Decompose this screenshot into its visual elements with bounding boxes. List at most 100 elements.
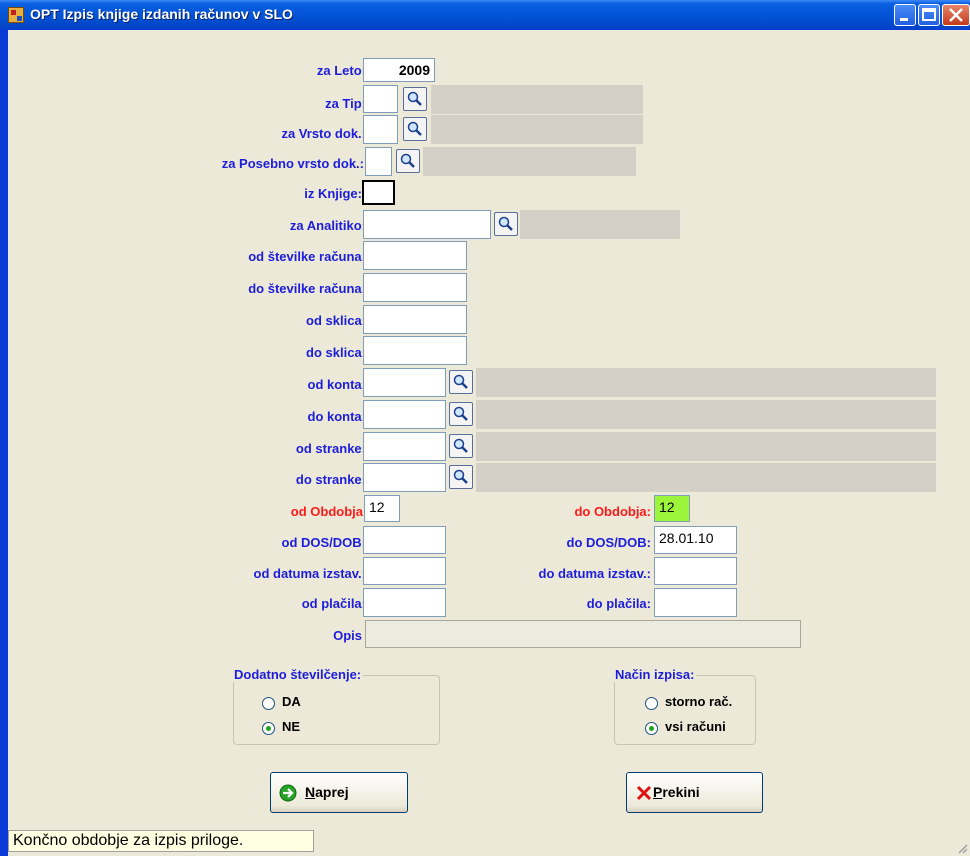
za-posebno-vrsto-dok-field[interactable] bbox=[365, 147, 392, 176]
application-window: OPT Izpis knjige izdanih računov v SLO z… bbox=[0, 0, 970, 856]
magnifier-icon bbox=[453, 438, 468, 453]
magnifier-icon bbox=[407, 91, 422, 106]
opis-field[interactable] bbox=[365, 620, 801, 648]
do-stranke-lookup-button[interactable] bbox=[449, 465, 473, 489]
do-konta-field[interactable] bbox=[363, 400, 446, 429]
minimize-button[interactable] bbox=[894, 4, 916, 26]
label-od-stranke: od stranke: bbox=[295, 441, 366, 456]
do-dos-dob-field[interactable]: 28.01.10 bbox=[654, 526, 737, 554]
label-do-stevilke-racuna: do številke računa: bbox=[248, 281, 366, 296]
status-bar: Končno obdobje za izpis priloge. bbox=[8, 826, 970, 856]
radio-storno-rac-label[interactable]: storno rač. bbox=[665, 694, 732, 709]
od-konta-field[interactable] bbox=[363, 368, 446, 397]
maximize-icon bbox=[922, 8, 936, 21]
label-iz-knjige: iz Knjige: bbox=[304, 186, 362, 201]
close-icon bbox=[949, 8, 963, 22]
label-od-stevilke-racuna: od številke računa: bbox=[248, 249, 366, 264]
magnifier-icon bbox=[498, 216, 513, 231]
od-stranke-field[interactable] bbox=[363, 432, 446, 461]
do-stranke-description bbox=[476, 463, 936, 492]
za-posebno-vrsto-dok-description bbox=[423, 147, 636, 176]
magnifier-icon bbox=[400, 153, 415, 168]
minimize-icon bbox=[900, 18, 908, 21]
do-obdobja-field[interactable]: 12 bbox=[654, 495, 690, 522]
radio-storno-rac[interactable] bbox=[645, 697, 658, 710]
za-analitiko-lookup-button[interactable] bbox=[494, 212, 518, 236]
radio-vsi-racuni-label[interactable]: vsi računi bbox=[665, 719, 726, 734]
window-title: OPT Izpis knjige izdanih računov v SLO bbox=[30, 6, 293, 22]
do-konta-lookup-button[interactable] bbox=[449, 402, 473, 426]
za-tip-field[interactable] bbox=[363, 85, 398, 113]
label-za-vrsto-dok: za Vrsto dok.: bbox=[281, 126, 366, 141]
od-konta-lookup-button[interactable] bbox=[449, 370, 473, 394]
do-sklica-field[interactable] bbox=[363, 336, 467, 365]
nacin-izpisa-group: Način izpisa: storno rač. vsi računi bbox=[613, 667, 756, 745]
radio-da[interactable] bbox=[262, 697, 275, 710]
label-za-posebno-vrsto-dok: za Posebno vrsto dok.: bbox=[221, 156, 364, 171]
close-button[interactable] bbox=[942, 4, 970, 26]
od-placila-field[interactable] bbox=[363, 588, 446, 617]
radio-ne[interactable] bbox=[262, 722, 275, 735]
label-do-datuma-izstav: do datuma izstav.: bbox=[538, 566, 651, 581]
status-text: Končno obdobje za izpis priloge. bbox=[8, 830, 314, 852]
x-icon bbox=[636, 785, 652, 801]
label-do-obdobja: do Obdobja: bbox=[574, 504, 651, 519]
label-za-analitiko: za Analitiko: bbox=[289, 218, 366, 233]
za-vrsto-dok-lookup-button[interactable] bbox=[403, 117, 427, 141]
label-od-dos-dob: od DOS/DOB: bbox=[281, 535, 367, 550]
label-od-placila: od plačila: bbox=[301, 596, 366, 611]
iz-knjige-field[interactable] bbox=[362, 180, 395, 205]
dodatno-stevilcenje-title: Dodatno številčenje: bbox=[232, 667, 364, 682]
za-leto-field[interactable]: 2009 bbox=[363, 58, 435, 82]
za-tip-description bbox=[431, 85, 643, 114]
do-konta-description bbox=[476, 400, 936, 429]
do-stevilke-racuna-field[interactable] bbox=[363, 273, 467, 302]
arrow-right-icon bbox=[279, 784, 297, 802]
za-analitiko-description bbox=[520, 210, 680, 239]
title-bar[interactable]: OPT Izpis knjige izdanih računov v SLO bbox=[0, 0, 970, 30]
maximize-button[interactable] bbox=[918, 4, 940, 26]
magnifier-icon bbox=[453, 374, 468, 389]
magnifier-icon bbox=[453, 406, 468, 421]
label-do-dos-dob: do DOS/DOB: bbox=[566, 535, 652, 550]
nacin-izpisa-title: Način izpisa: bbox=[613, 667, 697, 682]
od-obdobja-field[interactable]: 12 bbox=[364, 495, 400, 522]
za-analitiko-field[interactable] bbox=[363, 210, 491, 239]
radio-ne-label[interactable]: NE bbox=[282, 719, 300, 734]
label-do-stranke: do stranke: bbox=[295, 472, 366, 487]
od-konta-description bbox=[476, 368, 936, 397]
od-stevilke-racuna-field[interactable] bbox=[363, 241, 467, 270]
label-od-obdobja: od Obdobja bbox=[290, 504, 363, 519]
magnifier-icon bbox=[407, 121, 422, 136]
magnifier-icon bbox=[453, 469, 468, 484]
za-vrsto-dok-description bbox=[431, 115, 643, 144]
od-sklica-field[interactable] bbox=[363, 305, 467, 334]
naprej-label: Naprej bbox=[305, 784, 349, 800]
resize-grip-icon[interactable] bbox=[956, 842, 968, 854]
za-vrsto-dok-field[interactable] bbox=[363, 115, 398, 144]
naprej-button[interactable]: Naprej bbox=[270, 772, 408, 813]
od-stranke-lookup-button[interactable] bbox=[449, 434, 473, 458]
label-do-konta: do konta: bbox=[307, 409, 367, 424]
od-dos-dob-field[interactable] bbox=[363, 526, 446, 554]
prekini-label: Prekini bbox=[653, 784, 700, 800]
za-tip-lookup-button[interactable] bbox=[403, 87, 427, 111]
do-stranke-field[interactable] bbox=[363, 463, 446, 492]
label-opis: Opis bbox=[333, 628, 362, 643]
label-od-konta: od konta: bbox=[307, 377, 367, 392]
prekini-button[interactable]: Prekini bbox=[626, 772, 763, 813]
app-icon[interactable] bbox=[8, 7, 24, 23]
radio-vsi-racuni[interactable] bbox=[645, 722, 658, 735]
label-od-datuma-izstav: od datuma izstav.: bbox=[253, 566, 366, 581]
do-placila-field[interactable] bbox=[654, 588, 737, 617]
za-posebno-vrsto-dok-lookup-button[interactable] bbox=[396, 149, 420, 173]
form-area: za Leto: 2009 za Tip: za Vrsto dok.: za … bbox=[8, 30, 970, 826]
radio-da-label[interactable]: DA bbox=[282, 694, 301, 709]
label-za-tip: za Tip: bbox=[325, 96, 366, 111]
do-datuma-izstav-field[interactable] bbox=[654, 557, 737, 585]
label-do-placila: do plačila: bbox=[586, 596, 651, 611]
od-stranke-description bbox=[476, 432, 936, 461]
label-za-leto: za Leto: bbox=[316, 63, 366, 78]
od-datuma-izstav-field[interactable] bbox=[363, 557, 446, 585]
dodatno-stevilcenje-group: Dodatno številčenje: DA NE bbox=[232, 667, 440, 745]
